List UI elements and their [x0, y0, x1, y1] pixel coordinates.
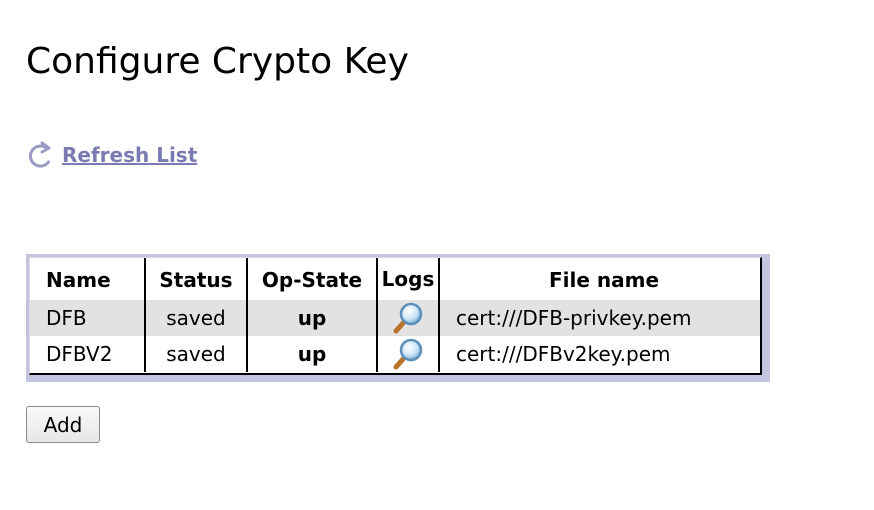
crypto-key-table-frame: Name Status Op-State Logs File name DFB … — [26, 254, 770, 382]
row-op-state: up — [247, 336, 378, 372]
magnifier-icon[interactable] — [391, 301, 425, 335]
refresh-list-link[interactable]: Refresh List — [62, 143, 197, 167]
row-logs-cell — [377, 300, 440, 336]
header-logs: Logs — [377, 258, 440, 300]
header-file-name: File name — [548, 268, 660, 292]
header-name: Name — [30, 258, 146, 300]
row-logs-cell — [377, 336, 440, 372]
row-status: saved — [145, 300, 248, 336]
row-file-name: cert:///DFB-privkey.pem — [439, 300, 760, 336]
table-row: DFB saved up cert:///DFB-privkey.pem — [30, 300, 760, 336]
magnifier-icon[interactable] — [391, 337, 425, 371]
row-status: saved — [145, 336, 248, 372]
crypto-key-table: Name Status Op-State Logs File name DFB … — [30, 258, 760, 372]
table-row: DFBV2 saved up cert:///DFBv2key.pem — [30, 336, 760, 372]
row-name-link[interactable]: DFBV2 — [30, 336, 146, 372]
refresh-icon[interactable] — [26, 140, 54, 170]
refresh-list-control[interactable]: Refresh List — [26, 140, 197, 170]
header-op-state: Op-State — [247, 258, 378, 300]
page-title: Configure Crypto Key — [26, 41, 409, 82]
crypto-key-table-container: Name Status Op-State Logs File name DFB … — [29, 257, 762, 375]
header-status: Status — [145, 258, 248, 300]
add-button[interactable]: Add — [26, 406, 100, 443]
row-file-name: cert:///DFBv2key.pem — [439, 336, 760, 372]
table-header-row: Name Status Op-State Logs File name — [30, 258, 760, 300]
row-op-state: up — [247, 300, 378, 336]
row-name-link[interactable]: DFB — [30, 300, 146, 336]
